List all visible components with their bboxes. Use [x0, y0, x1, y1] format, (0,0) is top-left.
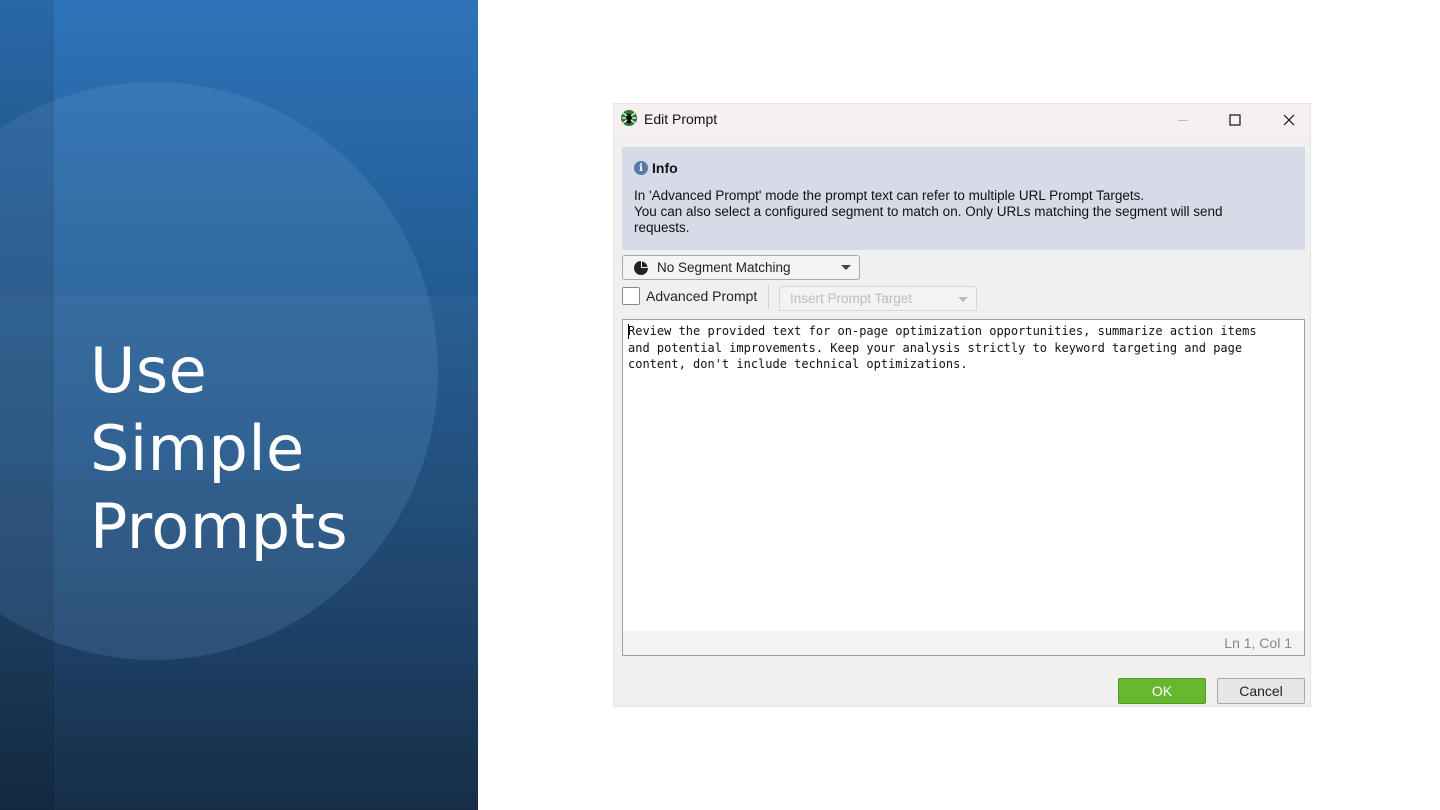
segment-dropdown-value: No Segment Matching — [657, 260, 791, 275]
insert-prompt-target-label: Insert Prompt Target — [790, 291, 913, 306]
slide-title-line: Use — [90, 334, 208, 407]
toolbar-divider — [768, 285, 769, 309]
prompt-line: content, don't include technical optimiz… — [628, 357, 968, 371]
chevron-down-icon — [841, 265, 851, 270]
spider-icon — [621, 110, 637, 126]
slide-title-line: Prompts — [90, 490, 349, 563]
maximize-button[interactable] — [1212, 104, 1258, 136]
cursor-position: Ln 1, Col 1 — [1224, 635, 1292, 651]
close-icon — [1283, 114, 1295, 126]
chevron-down-icon — [958, 297, 968, 302]
minimize-button[interactable] — [1160, 104, 1206, 136]
info-icon: i — [634, 161, 648, 175]
text-caret — [628, 324, 629, 339]
prompt-text-editor[interactable]: Review the provided text for on-page opt… — [622, 319, 1305, 656]
window-title: Edit Prompt — [644, 111, 718, 127]
title-bar[interactable]: Edit Prompt — [614, 104, 1310, 136]
info-text: In 'Advanced Prompt' mode the prompt tex… — [634, 188, 1294, 236]
maximize-icon — [1229, 114, 1241, 126]
segment-dropdown[interactable]: No Segment Matching — [622, 255, 860, 280]
cancel-button[interactable]: Cancel — [1217, 678, 1305, 704]
info-line: You can also select a configured segment… — [634, 204, 1223, 219]
edit-prompt-dialog: Edit Prompt i Info In 'Advanced Prompt' … — [614, 104, 1310, 706]
decorative-edge — [0, 0, 54, 810]
pie-chart-icon — [634, 260, 648, 275]
slide-title: Use Simple Prompts — [90, 332, 348, 566]
info-line: In 'Advanced Prompt' mode the prompt tex… — [634, 188, 1145, 203]
info-panel: i Info In 'Advanced Prompt' mode the pro… — [622, 147, 1305, 250]
slide-left-panel: Use Simple Prompts — [0, 0, 478, 810]
insert-prompt-target-dropdown[interactable]: Insert Prompt Target — [779, 286, 977, 311]
ok-button[interactable]: OK — [1118, 678, 1206, 704]
close-button[interactable] — [1266, 104, 1312, 136]
slide-title-line: Simple — [90, 412, 305, 485]
prompt-line: and potential improvements. Keep your an… — [628, 340, 1243, 355]
minimize-icon — [1178, 120, 1188, 121]
prompt-text[interactable]: Review the provided text for on-page opt… — [628, 323, 1300, 373]
editor-status-bar: Ln 1, Col 1 — [623, 631, 1304, 655]
advanced-prompt-checkbox[interactable] — [622, 287, 640, 305]
advanced-prompt-label[interactable]: Advanced Prompt — [646, 288, 757, 304]
prompt-line: Review the provided text for on-page opt… — [628, 324, 1257, 338]
info-heading-text: Info — [652, 160, 678, 176]
info-heading: i Info — [634, 160, 678, 176]
info-line: requests. — [634, 220, 690, 235]
